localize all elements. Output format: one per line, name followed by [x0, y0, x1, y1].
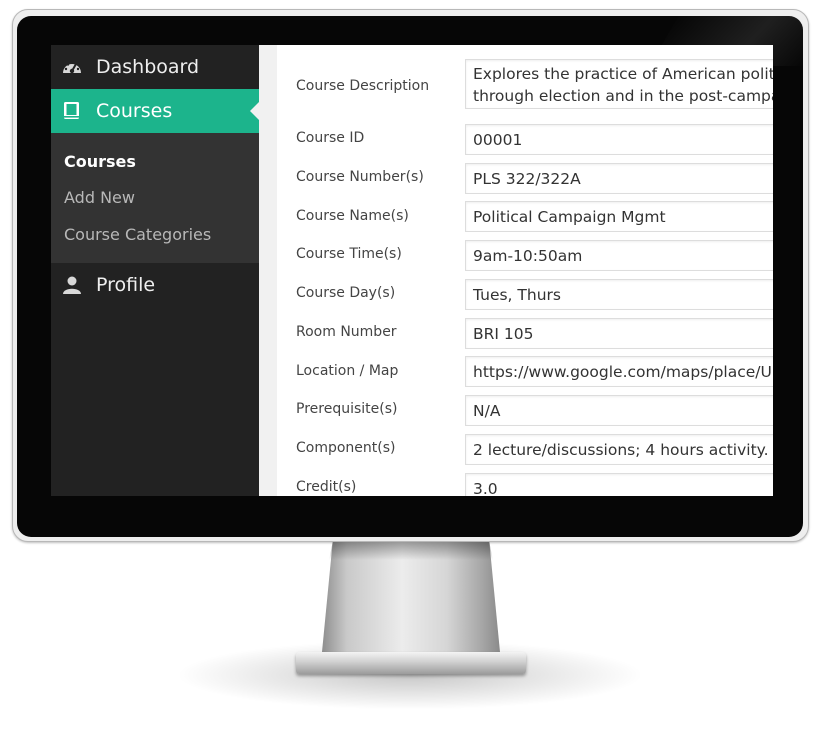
prerequisite-field[interactable]: N/A	[465, 395, 773, 426]
submenu-item-add-new[interactable]: Add New	[64, 188, 135, 207]
submenu-item-course-categories[interactable]: Course Categories	[64, 225, 211, 244]
sidebar-item-label: Dashboard	[96, 56, 200, 78]
monitor-stand-base	[296, 652, 526, 674]
course-number-field[interactable]: PLS 322/322A	[465, 163, 773, 194]
courses-submenu: Courses Add New Course Categories	[51, 133, 259, 263]
app-screen: Dashboard Courses Courses Add New Course…	[51, 45, 773, 496]
course-time-field[interactable]: 9am-10:50am	[465, 240, 773, 271]
prerequisite-label: Prerequisite(s)	[296, 401, 398, 417]
sidebar-item-label: Profile	[96, 274, 156, 296]
dashboard-gauge-icon	[61, 56, 83, 78]
course-description-label: Course Description	[296, 78, 430, 94]
course-time-label: Course Time(s)	[296, 246, 402, 262]
submenu-item-courses[interactable]: Courses	[64, 152, 136, 171]
course-edit-form: Course Description Explores the practice…	[277, 45, 773, 496]
course-id-field[interactable]: 00001	[465, 124, 773, 155]
user-icon	[61, 274, 83, 296]
location-map-label: Location / Map	[296, 363, 399, 379]
admin-sidebar: Dashboard Courses Courses Add New Course…	[51, 45, 260, 496]
room-number-label: Room Number	[296, 324, 397, 340]
course-number-label: Course Number(s)	[296, 169, 424, 185]
component-label: Component(s)	[296, 440, 396, 456]
course-day-field[interactable]: Tues, Thurs	[465, 279, 773, 310]
course-name-field[interactable]: Political Campaign Mgmt	[465, 201, 773, 232]
room-number-field[interactable]: BRI 105	[465, 318, 773, 349]
sidebar-item-dashboard[interactable]: Dashboard	[51, 45, 259, 89]
course-name-label: Course Name(s)	[296, 208, 409, 224]
sidebar-item-courses[interactable]: Courses	[51, 89, 260, 133]
course-id-label: Course ID	[296, 130, 365, 146]
credit-field[interactable]: 3.0	[465, 473, 773, 496]
sidebar-item-profile[interactable]: Profile	[51, 263, 259, 307]
location-map-field[interactable]: https://www.google.com/maps/place/U	[465, 356, 773, 387]
main-content: Course Description Explores the practice…	[259, 45, 773, 496]
course-day-label: Course Day(s)	[296, 285, 396, 301]
book-icon	[61, 100, 83, 122]
component-field[interactable]: 2 lecture/discussions; 4 hours activity.	[465, 434, 773, 465]
credit-label: Credit(s)	[296, 479, 357, 495]
stand-neck-shadow	[329, 542, 493, 560]
sidebar-item-label: Courses	[96, 100, 173, 122]
course-description-field[interactable]: Explores the practice of American politi…	[465, 59, 773, 109]
